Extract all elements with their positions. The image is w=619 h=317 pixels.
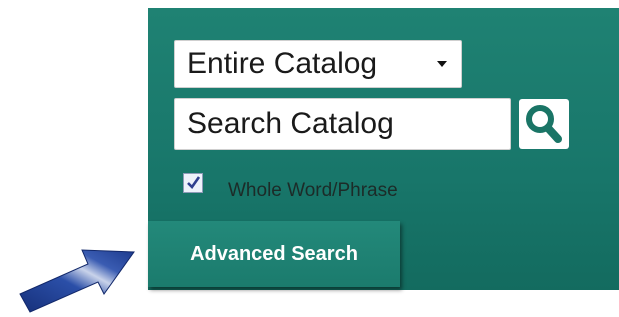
whole-word-checkbox[interactable]	[183, 173, 203, 193]
search-button[interactable]	[519, 99, 569, 149]
advanced-search-button[interactable]: Advanced Search	[148, 221, 400, 287]
catalog-scope-selected-value: Entire Catalog	[187, 47, 378, 80]
search-catalog-input[interactable]: Search Catalog	[174, 98, 511, 150]
whole-word-option: Whole Word/Phrase	[183, 170, 398, 201]
catalog-search-widget: Entire Catalog Search Catalog Whole Word…	[0, 0, 619, 317]
search-input-value: Search Catalog	[187, 107, 394, 140]
arrow-pointer-icon	[19, 249, 135, 313]
catalog-scope-select[interactable]: Entire Catalog	[174, 40, 462, 88]
whole-word-label: Whole Word/Phrase	[228, 180, 398, 201]
advanced-search-label: Advanced Search	[190, 242, 358, 265]
search-icon	[526, 105, 562, 143]
checkmark-icon	[187, 176, 201, 190]
dropdown-caret-icon	[437, 61, 447, 67]
